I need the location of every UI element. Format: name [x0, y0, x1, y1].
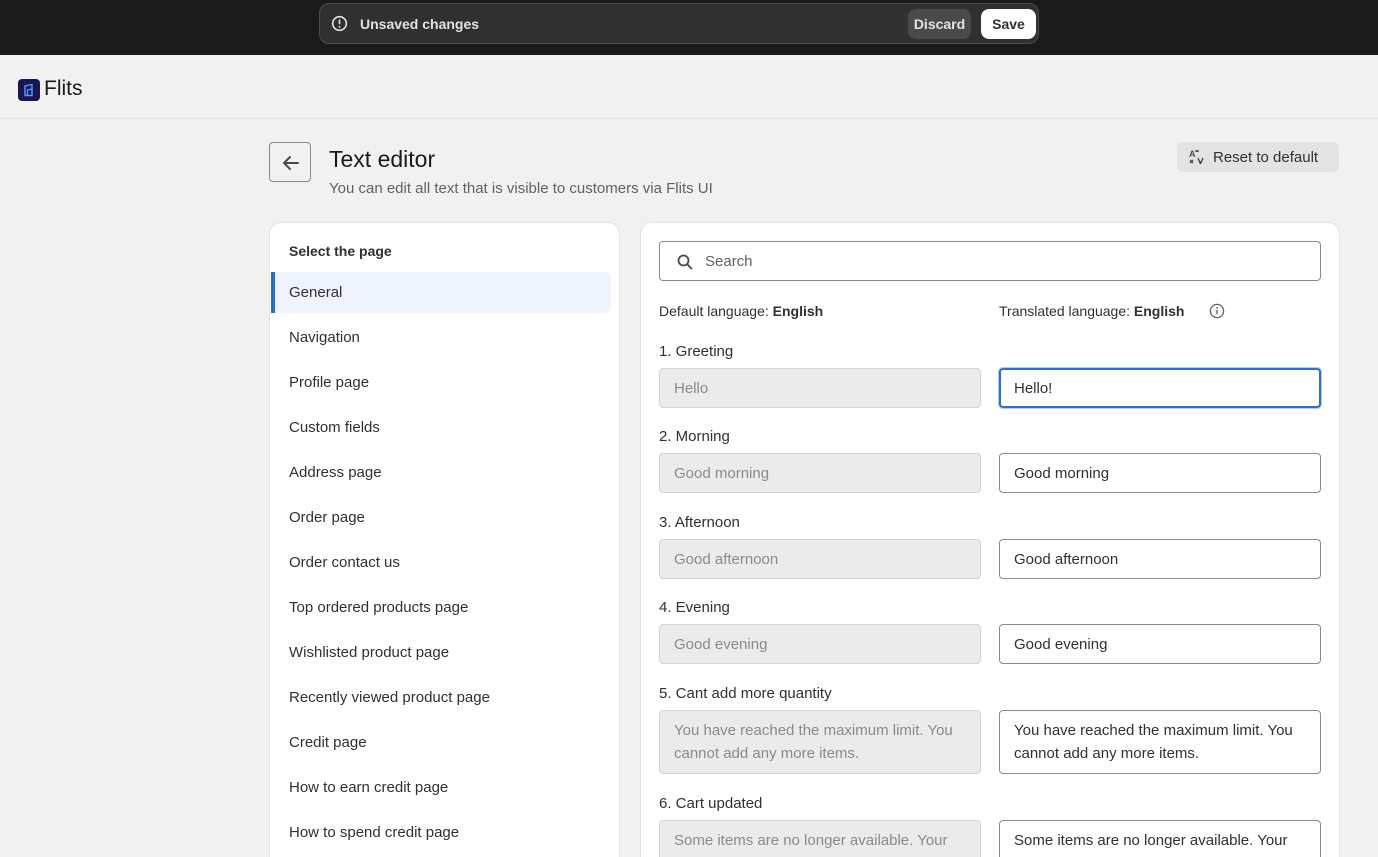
field-label: 1. Greeting — [659, 343, 734, 360]
reset-to-default-button[interactable]: A Reset to default — [1177, 142, 1339, 172]
unsaved-changes-bar: Unsaved changes Discard Save — [319, 3, 1039, 44]
flits-logo-icon — [18, 79, 40, 101]
page-selector-heading: Select the page — [289, 243, 392, 259]
default-language-label: Default language: — [659, 303, 769, 319]
default-text-field: Hello — [659, 368, 981, 408]
nav-item-label: How to earn credit page — [289, 779, 449, 796]
back-button[interactable] — [269, 142, 311, 182]
reset-to-default-label: Reset to default — [1213, 149, 1319, 166]
discard-button[interactable]: Discard — [908, 9, 971, 39]
nav-item-label: Recently viewed product page — [289, 689, 490, 706]
nav-item-custom-fields[interactable]: Custom fields — [271, 407, 611, 448]
field-label: 3. Afternoon — [659, 514, 740, 531]
nav-item-order-contact-us[interactable]: Order contact us — [271, 542, 611, 583]
unsaved-changes-message: Unsaved changes — [360, 16, 480, 32]
default-text-field: Good afternoon — [659, 539, 981, 579]
nav-item-wishlisted-product[interactable]: Wishlisted product page — [271, 632, 611, 673]
nav-item-label: General — [289, 284, 343, 301]
field-label: 5. Cant add more quantity — [659, 685, 832, 702]
translated-text-field[interactable]: Good evening — [999, 624, 1321, 664]
translated-language-value: English — [1133, 303, 1185, 319]
translated-text-field[interactable]: Some items are no longer available. Your… — [999, 820, 1321, 857]
nav-item-general[interactable]: General — [271, 272, 611, 313]
translated-text-field[interactable]: Good afternoon — [999, 539, 1321, 579]
nav-item-label: Profile page — [289, 374, 370, 391]
alert-circle-icon — [331, 15, 348, 32]
search-input[interactable] — [705, 250, 1285, 272]
contextual-save-bar: Unsaved changes Discard Save — [0, 0, 1378, 55]
page-title: Text editor — [329, 146, 436, 172]
nav-item-label: Navigation — [289, 329, 360, 346]
default-language-value: English — [772, 303, 824, 319]
field-label: 2. Morning — [659, 428, 730, 445]
nav-item-label: Order page — [289, 509, 365, 526]
default-text-field: Some items are no longer available. Your… — [659, 820, 981, 857]
translated-text-field[interactable]: Hello! — [999, 368, 1321, 408]
nav-item-address-page[interactable]: Address page — [271, 452, 611, 493]
nav-item-label: Custom fields — [289, 419, 380, 436]
nav-item-order-page[interactable]: Order page — [271, 497, 611, 538]
nav-item-label: Order contact us — [289, 554, 400, 571]
nav-item-top-ordered-products[interactable]: Top ordered products page — [271, 587, 611, 628]
nav-item-how-to-earn-credit[interactable]: How to earn credit page — [271, 767, 611, 808]
nav-item-how-to-spend-credit[interactable]: How to spend credit page — [271, 812, 611, 853]
translate-icon: A — [1189, 149, 1204, 165]
default-text-field: Good evening — [659, 624, 981, 664]
text-editor-card: Default language: English Translated lan… — [640, 222, 1340, 857]
field-label: 6. Cart updated — [659, 795, 763, 812]
nav-item-label: Address page — [289, 464, 382, 481]
translated-language: Translated language: English — [999, 303, 1184, 319]
search-field[interactable] — [659, 241, 1321, 281]
svg-text:A: A — [1189, 149, 1196, 159]
default-text-field: Good morning — [659, 453, 981, 493]
nav-item-label: How to spend credit page — [289, 824, 460, 841]
arrow-left-icon — [283, 156, 299, 170]
default-language: Default language: English — [659, 303, 823, 319]
nav-item-navigation[interactable]: Navigation — [271, 317, 611, 358]
save-button[interactable]: Save — [981, 9, 1036, 39]
search-icon — [677, 254, 693, 270]
info-icon[interactable] — [1209, 303, 1225, 324]
page-subtitle: You can edit all text that is visible to… — [329, 180, 713, 197]
nav-item-credit-page[interactable]: Credit page — [271, 722, 611, 763]
nav-item-label: Wishlisted product page — [289, 644, 450, 661]
default-text-field: You have reached the maximum limit. You … — [659, 710, 981, 774]
nav-item-profile-page[interactable]: Profile page — [271, 362, 611, 403]
app-header: Flits — [0, 55, 1378, 119]
field-label: 4. Evening — [659, 599, 730, 616]
nav-item-label: Credit page — [289, 734, 367, 751]
page-selector-card: Select the page General Navigation Profi… — [269, 222, 620, 857]
nav-item-label: Top ordered products page — [289, 599, 469, 616]
nav-item-recently-viewed-product[interactable]: Recently viewed product page — [271, 677, 611, 718]
translated-text-field[interactable]: Good morning — [999, 453, 1321, 493]
translated-text-field[interactable]: You have reached the maximum limit. You … — [999, 710, 1321, 774]
translated-language-label: Translated language: — [999, 303, 1131, 319]
app-name: Flits — [44, 77, 83, 100]
